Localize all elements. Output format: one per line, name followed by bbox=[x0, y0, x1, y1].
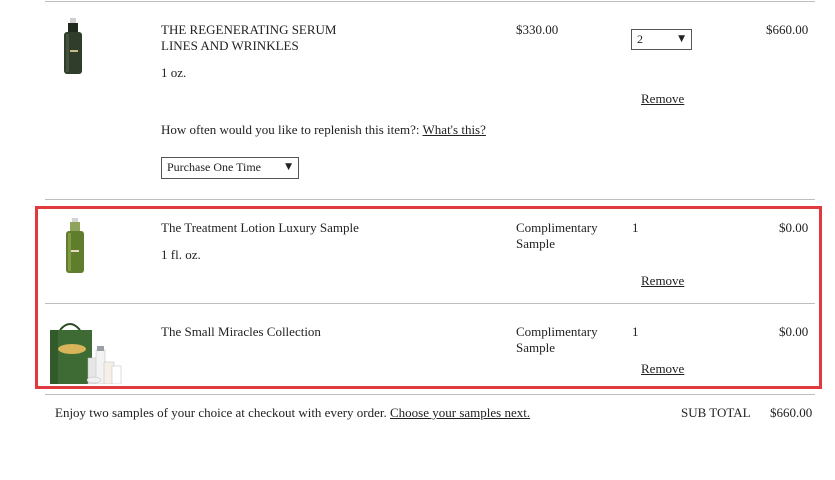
item-name-line1: THE REGENERATING SERUM bbox=[161, 22, 337, 37]
item-total: $0.00 bbox=[779, 220, 809, 235]
item-price-line2: Sample bbox=[516, 340, 555, 355]
choose-samples-link[interactable]: Choose your samples next. bbox=[390, 405, 530, 420]
item-quantity: 1 bbox=[632, 220, 639, 235]
subtotal-value: $660.00 bbox=[770, 405, 813, 420]
cart-item-divider bbox=[45, 199, 815, 200]
subtotal-label: SUB TOTAL bbox=[681, 405, 751, 420]
quantity-select[interactable]: 2 ▼ bbox=[631, 29, 692, 50]
cart-item-divider bbox=[45, 303, 815, 304]
item-size: 1 fl. oz. bbox=[161, 247, 201, 262]
item-name-line2: LINES AND WRINKLES bbox=[161, 38, 299, 53]
item-name: The Treatment Lotion Luxury Sample bbox=[161, 220, 359, 235]
replenish-prompt-text: How often would you like to replenish th… bbox=[161, 122, 420, 137]
replenish-frequency-select[interactable]: Purchase One Time ▼ bbox=[161, 157, 299, 179]
item-price: $330.00 bbox=[516, 22, 559, 37]
replenish-select-value: Purchase One Time bbox=[167, 160, 261, 174]
complimentary-samples-highlight bbox=[35, 206, 822, 389]
chevron-down-icon: ▼ bbox=[678, 34, 685, 44]
item-size: 1 oz. bbox=[161, 65, 187, 80]
gift-bag-collection-icon bbox=[46, 322, 124, 385]
cart-top-divider bbox=[45, 1, 815, 2]
item-price-line2: Sample bbox=[516, 236, 555, 251]
item-total: $660.00 bbox=[766, 22, 809, 37]
item-price-line1: Complimentary bbox=[516, 220, 598, 235]
remove-link[interactable]: Remove bbox=[641, 361, 684, 377]
lotion-bottle-icon bbox=[62, 218, 88, 274]
samples-text: Enjoy two samples of your choice at chec… bbox=[55, 405, 387, 420]
replenish-prompt: How often would you like to replenish th… bbox=[161, 122, 486, 138]
remove-link[interactable]: Remove bbox=[641, 91, 684, 107]
item-quantity: 1 bbox=[632, 324, 639, 339]
serum-bottle-icon bbox=[58, 18, 88, 76]
chevron-down-icon: ▼ bbox=[285, 162, 292, 172]
quantity-select-value: 2 bbox=[637, 32, 643, 46]
remove-link[interactable]: Remove bbox=[641, 273, 684, 289]
item-total: $0.00 bbox=[779, 324, 809, 339]
samples-message: Enjoy two samples of your choice at chec… bbox=[55, 405, 530, 421]
whats-this-link[interactable]: What's this? bbox=[423, 122, 486, 137]
cart-bottom-divider bbox=[45, 394, 815, 395]
item-name: The Small Miracles Collection bbox=[161, 324, 321, 339]
item-price-line1: Complimentary bbox=[516, 324, 598, 339]
